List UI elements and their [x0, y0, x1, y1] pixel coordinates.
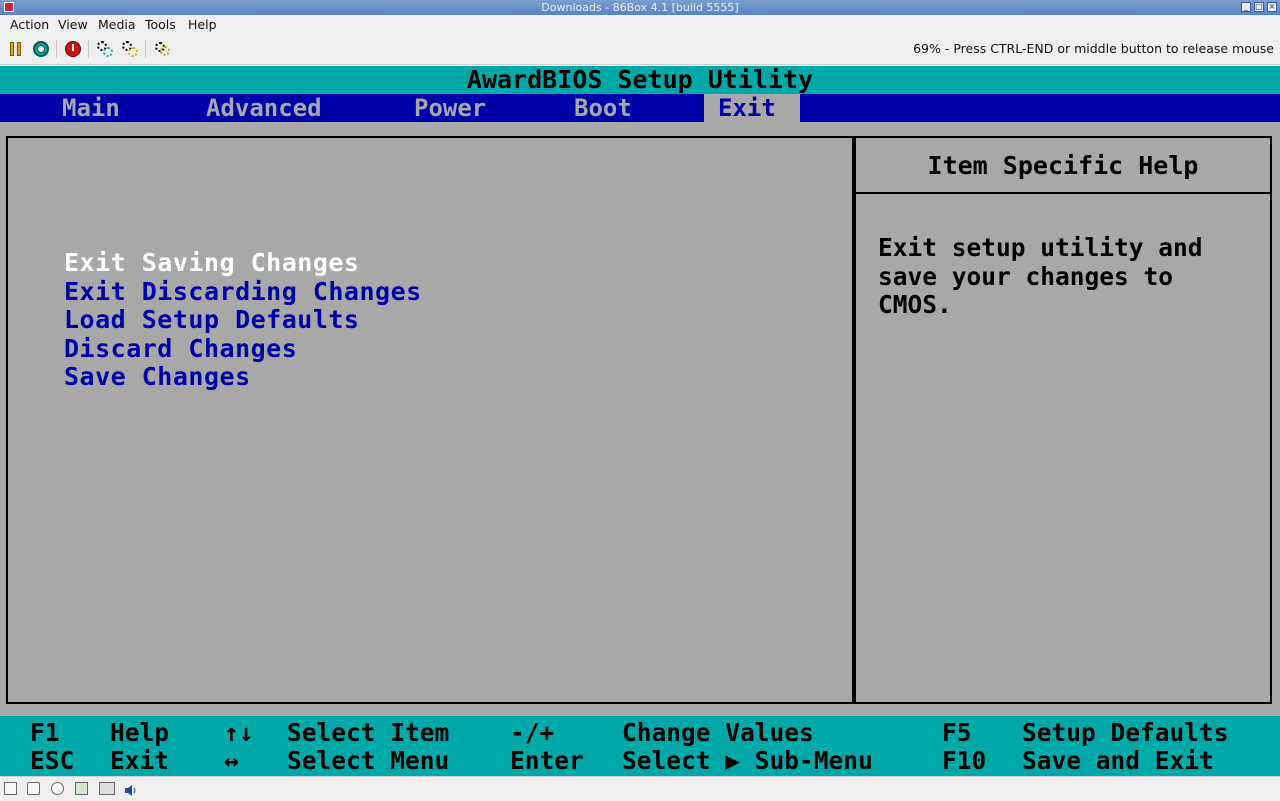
tab-boot[interactable]: Boot — [562, 94, 644, 122]
floppy-icon[interactable] — [4, 782, 17, 795]
power-icon[interactable] — [65, 41, 81, 57]
key-f10-desc: Save and Exit — [1022, 746, 1214, 775]
ctrl-alt-del-icon[interactable] — [33, 41, 49, 57]
hard-reset-icon[interactable] — [122, 41, 138, 57]
key-legend: F1 Help ↑↓ Select Item -/+ Change Values… — [0, 716, 1280, 776]
statusbar — [0, 776, 1280, 801]
key-esc: ESC — [30, 746, 75, 775]
menu-tools[interactable]: Tools — [145, 17, 176, 32]
pause-icon[interactable] — [8, 41, 24, 57]
settings-icon[interactable] — [97, 41, 113, 57]
key-updown-desc: Select Item — [287, 718, 450, 747]
key-f5: F5 — [942, 718, 972, 747]
key-enter-desc: Select ▶ Sub-Menu — [622, 746, 873, 775]
help-panel: Item Specific Help Exit setup utility an… — [854, 136, 1272, 704]
tab-advanced[interactable]: Advanced — [194, 94, 334, 122]
key-leftright: ↔ — [224, 746, 239, 775]
menu-view[interactable]: View — [58, 17, 88, 32]
key-updown: ↑↓ — [224, 718, 254, 747]
network-icon[interactable] — [99, 782, 115, 795]
key-esc-desc: Exit — [110, 746, 170, 775]
menu-item-exit-discarding-changes[interactable]: Exit Discarding Changes — [64, 277, 422, 307]
minimize-icon[interactable]: _ — [1241, 2, 1251, 12]
bios-tab-bar: Main Advanced Power Boot Exit — [0, 94, 1280, 122]
help-title: Item Specific Help — [856, 138, 1270, 194]
menu-media[interactable]: Media — [98, 17, 136, 32]
maximize-icon[interactable]: □ — [1254, 2, 1264, 12]
key-enter: Enter — [510, 746, 584, 775]
key-plusminus: -/+ — [510, 718, 555, 747]
screenshot-icon[interactable] — [154, 41, 170, 57]
key-f1-desc: Help — [110, 718, 170, 747]
key-f5-desc: Setup Defaults — [1022, 718, 1229, 747]
exit-options-panel: Exit Saving Changes Exit Discarding Chan… — [6, 136, 854, 704]
tab-power[interactable]: Power — [402, 94, 498, 122]
menu-help[interactable]: Help — [188, 17, 217, 32]
key-plusminus-desc: Change Values — [622, 718, 814, 747]
menu-item-discard-changes[interactable]: Discard Changes — [64, 334, 297, 364]
menu-item-exit-saving-changes[interactable]: Exit Saving Changes — [64, 248, 359, 278]
mouse-capture-status: 69% - Press CTRL-END or middle button to… — [913, 41, 1274, 56]
window-title: Downloads - 86Box 4.1 [build 5555] — [541, 1, 739, 14]
window-titlebar: Downloads - 86Box 4.1 [build 5555] _ □ × — [0, 0, 1280, 15]
menubar: Action View Media Tools Help — [0, 15, 1280, 34]
hdd-icon[interactable] — [75, 782, 88, 795]
key-leftright-desc: Select Menu — [287, 746, 450, 775]
menu-item-save-changes[interactable]: Save Changes — [64, 362, 251, 392]
close-icon[interactable]: × — [1267, 2, 1277, 12]
cdrom-icon[interactable] — [27, 782, 40, 795]
zip-icon[interactable] — [51, 782, 64, 795]
key-f1: F1 — [30, 718, 60, 747]
help-text: Exit setup utility and save your changes… — [878, 233, 1203, 319]
toolbar: 69% - Press CTRL-END or middle button to… — [0, 34, 1280, 65]
tab-main[interactable]: Main — [50, 94, 132, 122]
tab-exit[interactable]: Exit — [704, 94, 800, 122]
key-f10: F10 — [942, 746, 987, 775]
bios-screen[interactable]: AwardBIOS Setup Utility Main Advanced Po… — [0, 66, 1280, 776]
bios-title: AwardBIOS Setup Utility — [0, 66, 1280, 94]
menu-item-load-setup-defaults[interactable]: Load Setup Defaults — [64, 305, 359, 335]
sound-icon[interactable] — [124, 782, 137, 796]
menu-action[interactable]: Action — [10, 17, 49, 32]
